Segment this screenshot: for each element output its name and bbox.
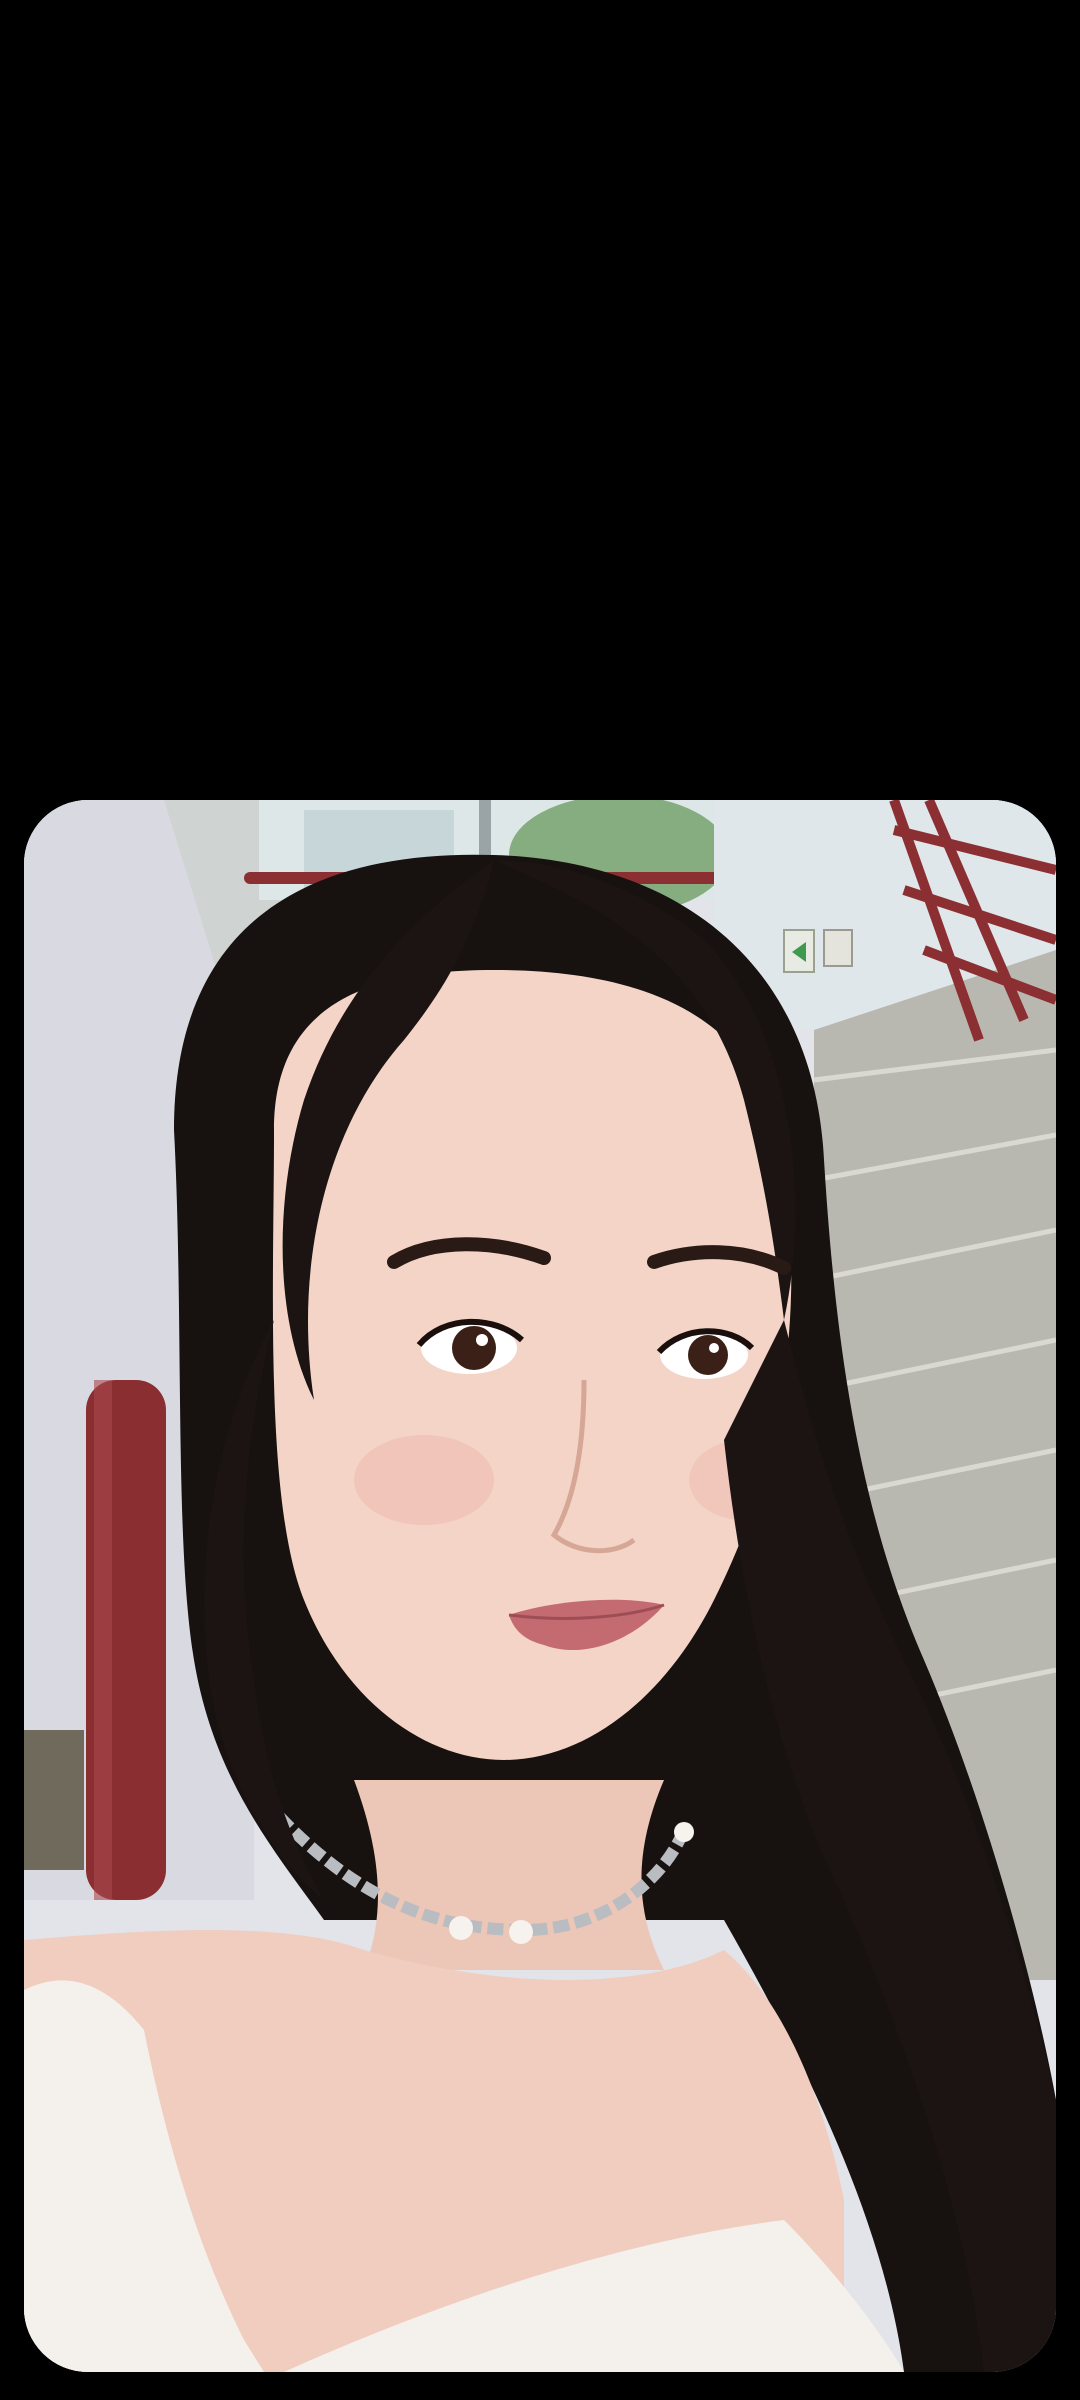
- background-person: [24, 1730, 84, 1870]
- switch-plate: [823, 929, 853, 967]
- pearl: [449, 1916, 473, 1940]
- photo-image[interactable]: [24, 800, 1056, 2372]
- pearl: [509, 1920, 533, 1944]
- pearl: [674, 1822, 694, 1842]
- cheek-blush: [354, 1435, 494, 1525]
- photo-viewer: [0, 0, 1080, 2400]
- selfie-photo: [24, 800, 1056, 2372]
- neck: [354, 1780, 664, 1970]
